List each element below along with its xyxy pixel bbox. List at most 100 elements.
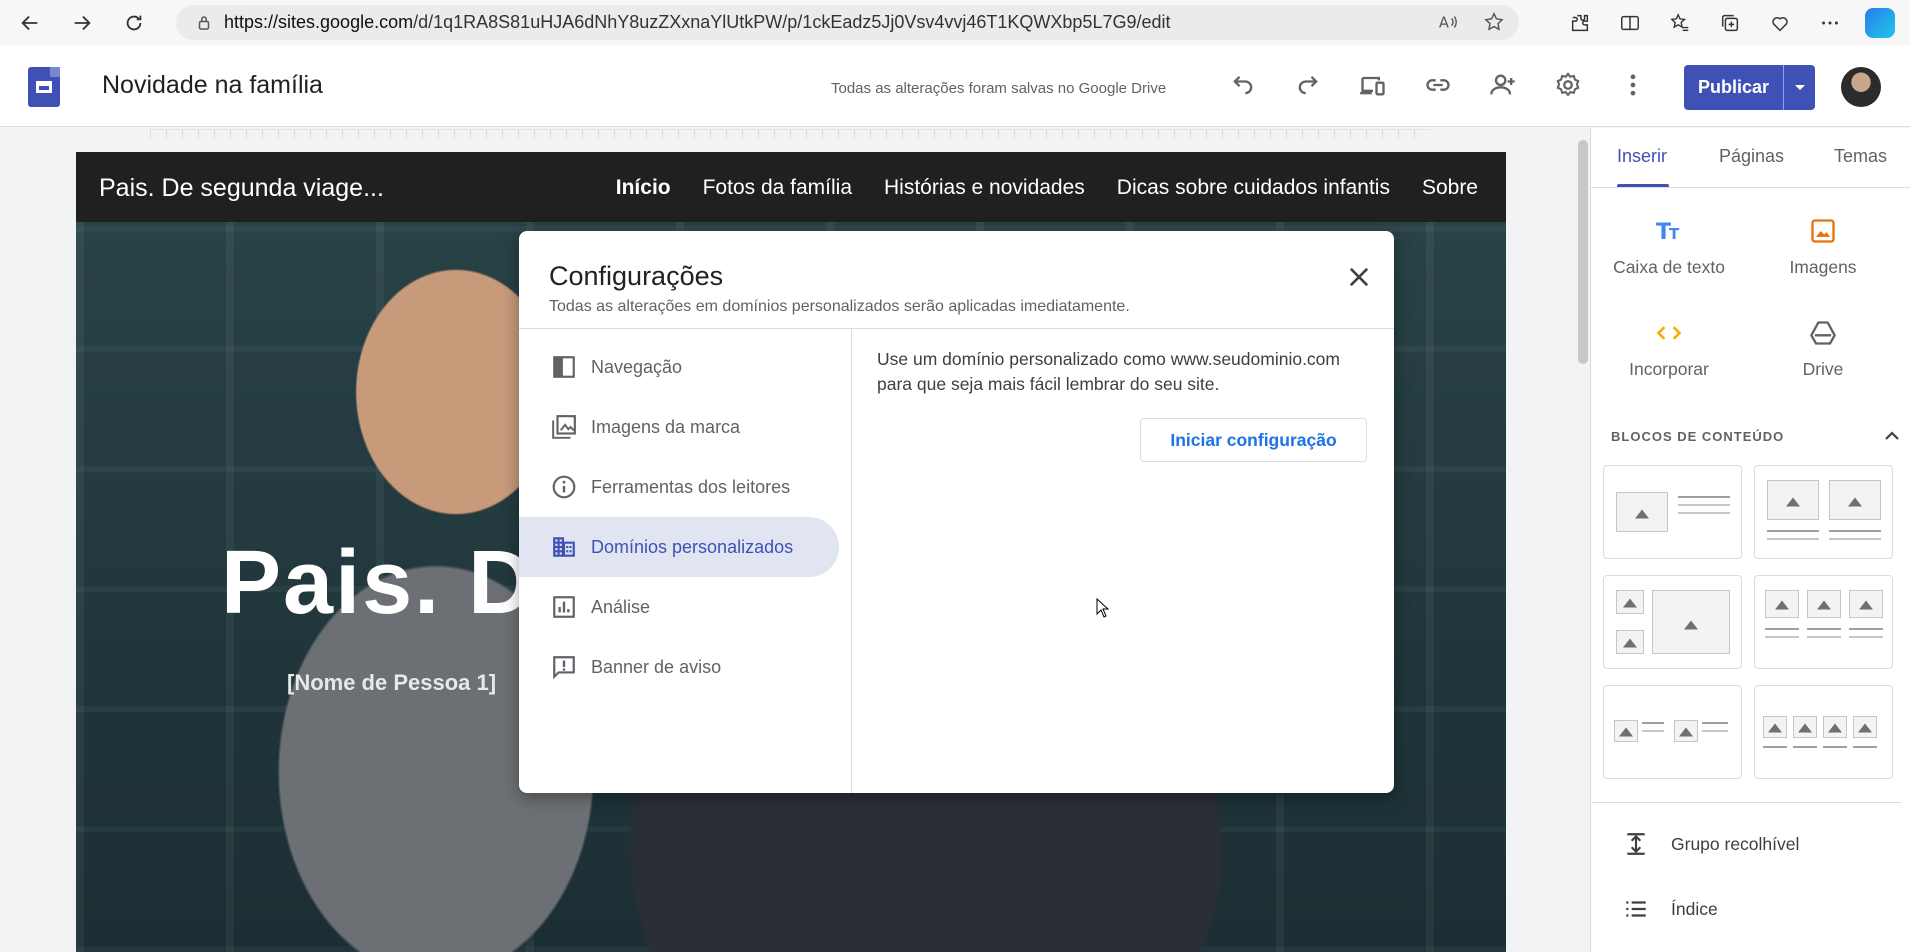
content-block-layout[interactable] — [1754, 465, 1893, 559]
nav-link-fotos[interactable]: Fotos da família — [703, 176, 852, 200]
nav-link-historias[interactable]: Histórias e novidades — [884, 176, 1085, 200]
tool-label: Drive — [1802, 359, 1844, 379]
svg-text:A: A — [1439, 15, 1449, 32]
table-of-contents-icon — [1626, 901, 1646, 917]
panel-item-label: Índice — [1671, 898, 1718, 919]
publish-button-group: Publicar — [1684, 65, 1815, 110]
insert-collapsible-group[interactable]: Grupo recolhível — [1623, 831, 1799, 857]
nav-link-sobre[interactable]: Sobre — [1422, 176, 1478, 200]
read-aloud-icon[interactable]: A — [1437, 11, 1459, 38]
undo-icon[interactable] — [1225, 67, 1261, 103]
dialog-title: Configurações — [549, 261, 724, 291]
navigation-icon — [553, 356, 575, 378]
settings-nav-label: Navegação — [591, 356, 683, 377]
url-text: https://sites.google.com/d/1q1RA8S81uHJA… — [224, 12, 1171, 32]
back-icon[interactable] — [8, 1, 52, 45]
address-bar[interactable]: https://sites.google.com/d/1q1RA8S81uHJA… — [176, 5, 1519, 40]
settings-nav-dominios[interactable]: Domínios personalizados — [519, 517, 839, 577]
svg-text:T: T — [1669, 225, 1680, 243]
settings-nav-ferramentas[interactable]: Ferramentas dos leitores — [519, 457, 839, 517]
publish-dropdown-icon[interactable] — [1783, 65, 1815, 110]
insert-drive[interactable]: Drive — [1748, 315, 1898, 380]
favorite-star-icon[interactable] — [1483, 11, 1505, 38]
avatar[interactable] — [1841, 67, 1881, 107]
brand-images-icon — [552, 415, 576, 439]
domain-icon — [553, 537, 575, 557]
image-icon — [1811, 219, 1835, 243]
collections-icon[interactable] — [1708, 1, 1752, 45]
custom-domain-description: Use um domínio personalizado como www.se… — [877, 347, 1377, 397]
settings-nav: Navegação Imagens da marca Ferramentas d… — [519, 337, 851, 697]
save-status: Todas as alterações foram salvas no Goog… — [831, 80, 1167, 97]
nav-link-dicas[interactable]: Dicas sobre cuidados infantis — [1117, 176, 1390, 200]
panel-tabs: Inserir Páginas Temas — [1591, 128, 1910, 188]
publish-button[interactable]: Publicar — [1684, 65, 1783, 110]
google-sites-logo[interactable] — [28, 67, 60, 107]
start-setup-button[interactable]: Iniciar configuração — [1140, 418, 1367, 462]
settings-dialog: Configurações Todas as alterações em dom… — [519, 231, 1394, 793]
tool-label: Imagens — [1789, 257, 1857, 277]
insert-panel: Inserir Páginas Temas TT Caixa de texto … — [1590, 128, 1910, 952]
tool-label: Incorporar — [1629, 359, 1709, 379]
content-block-layout[interactable] — [1603, 465, 1742, 559]
insert-text-box[interactable]: TT Caixa de texto — [1594, 213, 1744, 278]
nav-link-inicio[interactable]: Início — [616, 176, 671, 200]
settings-nav-label: Banner de aviso — [591, 656, 722, 677]
chevron-up-icon[interactable] — [1880, 424, 1904, 448]
close-icon[interactable] — [1345, 263, 1373, 291]
insert-embed[interactable]: Incorporar — [1594, 315, 1744, 380]
site-navigation: Pais. De segunda viage... Início Fotos d… — [76, 152, 1506, 222]
section-title: BLOCOS DE CONTEÚDO — [1611, 429, 1785, 444]
tab-temas[interactable]: Temas — [1834, 146, 1887, 167]
app-header: Novidade na família Todas as alterações … — [0, 45, 1910, 127]
content-block-layout[interactable] — [1603, 575, 1742, 669]
settings-nav-navegacao[interactable]: Navegação — [519, 337, 839, 397]
analytics-icon — [553, 596, 575, 618]
dialog-subtitle: Todas as alterações em domínios personal… — [549, 298, 1130, 315]
site-title[interactable]: Novidade na família — [102, 71, 323, 100]
collapsible-group-icon — [1627, 833, 1645, 855]
extensions-icon[interactable] — [1558, 1, 1602, 45]
browser-toolbar: https://sites.google.com/d/1q1RA8S81uHJA… — [0, 0, 1910, 45]
link-icon[interactable] — [1420, 67, 1456, 103]
browser-essentials-icon[interactable] — [1758, 1, 1802, 45]
text-box-icon: TT — [1656, 220, 1680, 245]
insert-table-of-contents[interactable]: Índice — [1623, 896, 1718, 922]
settings-nav-label: Ferramentas dos leitores — [591, 476, 791, 497]
favorites-icon[interactable] — [1658, 1, 1702, 45]
settings-nav-label: Imagens da marca — [591, 416, 741, 437]
lock-icon[interactable] — [184, 14, 224, 32]
insert-images[interactable]: Imagens — [1748, 213, 1898, 278]
share-add-person-icon[interactable] — [1485, 67, 1521, 103]
divider — [851, 329, 852, 793]
settings-nav-analise[interactable]: Análise — [519, 577, 839, 637]
tool-label: Caixa de texto — [1613, 257, 1725, 277]
split-screen-icon[interactable] — [1608, 1, 1652, 45]
settings-nav-label: Domínios personalizados — [591, 536, 794, 557]
settings-gear-icon[interactable] — [1550, 67, 1586, 103]
refresh-icon[interactable] — [112, 1, 156, 45]
canvas-scrollbar[interactable] — [1578, 140, 1588, 364]
more-vert-icon[interactable] — [1615, 67, 1651, 103]
forward-icon[interactable] — [60, 1, 104, 45]
divider — [1591, 802, 1901, 803]
redo-icon[interactable] — [1290, 67, 1326, 103]
divider — [519, 328, 1394, 329]
panel-item-label: Grupo recolhível — [1671, 833, 1800, 854]
drive-icon — [1810, 321, 1836, 345]
settings-nav-banner[interactable]: Banner de aviso — [519, 637, 839, 697]
hero-subtitle[interactable]: [Nome de Pessoa 1] — [287, 670, 496, 696]
content-block-layout[interactable] — [1754, 685, 1893, 779]
ruler — [150, 129, 1430, 139]
embed-code-icon — [1656, 326, 1682, 340]
preview-devices-icon[interactable] — [1355, 67, 1391, 103]
settings-nav-imagens-marca[interactable]: Imagens da marca — [519, 397, 839, 457]
copilot-icon[interactable] — [1858, 1, 1902, 45]
tab-paginas[interactable]: Páginas — [1719, 146, 1784, 167]
description-line: Use um domínio personalizado como www.se… — [877, 349, 1340, 369]
tab-inserir[interactable]: Inserir — [1617, 146, 1667, 167]
content-block-layout[interactable] — [1603, 685, 1742, 779]
site-name[interactable]: Pais. De segunda viage... — [99, 174, 384, 203]
content-block-layout[interactable] — [1754, 575, 1893, 669]
more-options-icon[interactable] — [1808, 1, 1852, 45]
